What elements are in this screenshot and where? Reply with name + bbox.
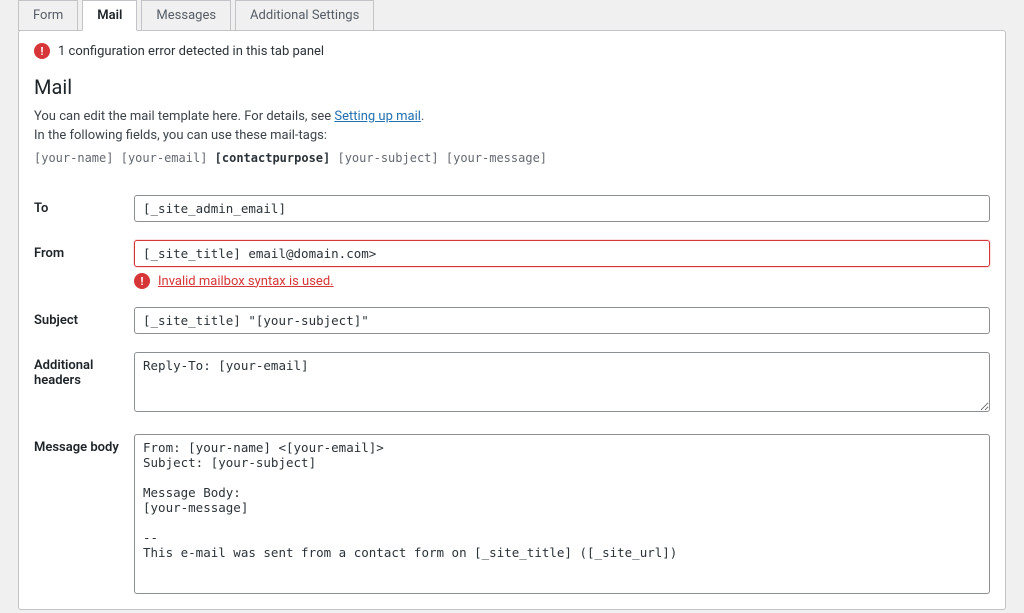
tab-form[interactable]: Form xyxy=(18,0,78,31)
config-error-banner: ! 1 configuration error detected in this… xyxy=(34,31,990,69)
from-error-link[interactable]: Invalid mailbox syntax is used. xyxy=(158,274,334,289)
textarea-additional-headers[interactable] xyxy=(134,352,990,412)
config-error-text: 1 configuration error detected in this t… xyxy=(58,44,324,59)
error-icon: ! xyxy=(34,43,50,59)
tab-messages[interactable]: Messages xyxy=(141,0,231,31)
label-to: To xyxy=(34,195,134,216)
row-from: From ! Invalid mailbox syntax is used. xyxy=(34,240,990,289)
label-additional-headers: Additional headers xyxy=(34,352,134,388)
label-message-body: Message body xyxy=(34,434,134,455)
tab-mail[interactable]: Mail xyxy=(82,0,137,31)
help-link-setting-up-mail[interactable]: Setting up mail xyxy=(334,109,420,124)
input-from[interactable] xyxy=(134,240,990,267)
row-additional-headers: Additional headers xyxy=(34,352,990,416)
input-subject[interactable] xyxy=(134,307,990,334)
mail-panel: ! 1 configuration error detected in this… xyxy=(18,30,1006,610)
mail-tags: [your-name] [your-email] [contactpurpose… xyxy=(34,147,990,177)
row-subject: Subject xyxy=(34,307,990,334)
mailtag-contactpurpose: [contactpurpose] xyxy=(215,151,331,165)
label-from: From xyxy=(34,240,134,261)
tab-additional-settings[interactable]: Additional Settings xyxy=(235,0,374,31)
tab-bar: Form Mail Messages Additional Settings xyxy=(18,0,1024,31)
mailtag-your-subject: [your-subject] xyxy=(337,151,438,165)
label-subject: Subject xyxy=(34,307,134,328)
mailtag-your-message: [your-message] xyxy=(446,151,547,165)
error-icon: ! xyxy=(134,273,150,289)
row-message-body: Message body xyxy=(34,434,990,598)
row-to: To xyxy=(34,195,990,222)
from-error: ! Invalid mailbox syntax is used. xyxy=(134,273,990,289)
textarea-message-body[interactable] xyxy=(134,434,990,594)
help-text-line1: You can edit the mail template here. For… xyxy=(34,109,990,124)
section-title: Mail xyxy=(34,75,990,99)
help-text-line2: In the following fields, you can use the… xyxy=(34,128,990,143)
mailtag-your-email: [your-email] xyxy=(121,151,208,165)
mailtag-your-name: [your-name] xyxy=(34,151,113,165)
input-to[interactable] xyxy=(134,195,990,222)
